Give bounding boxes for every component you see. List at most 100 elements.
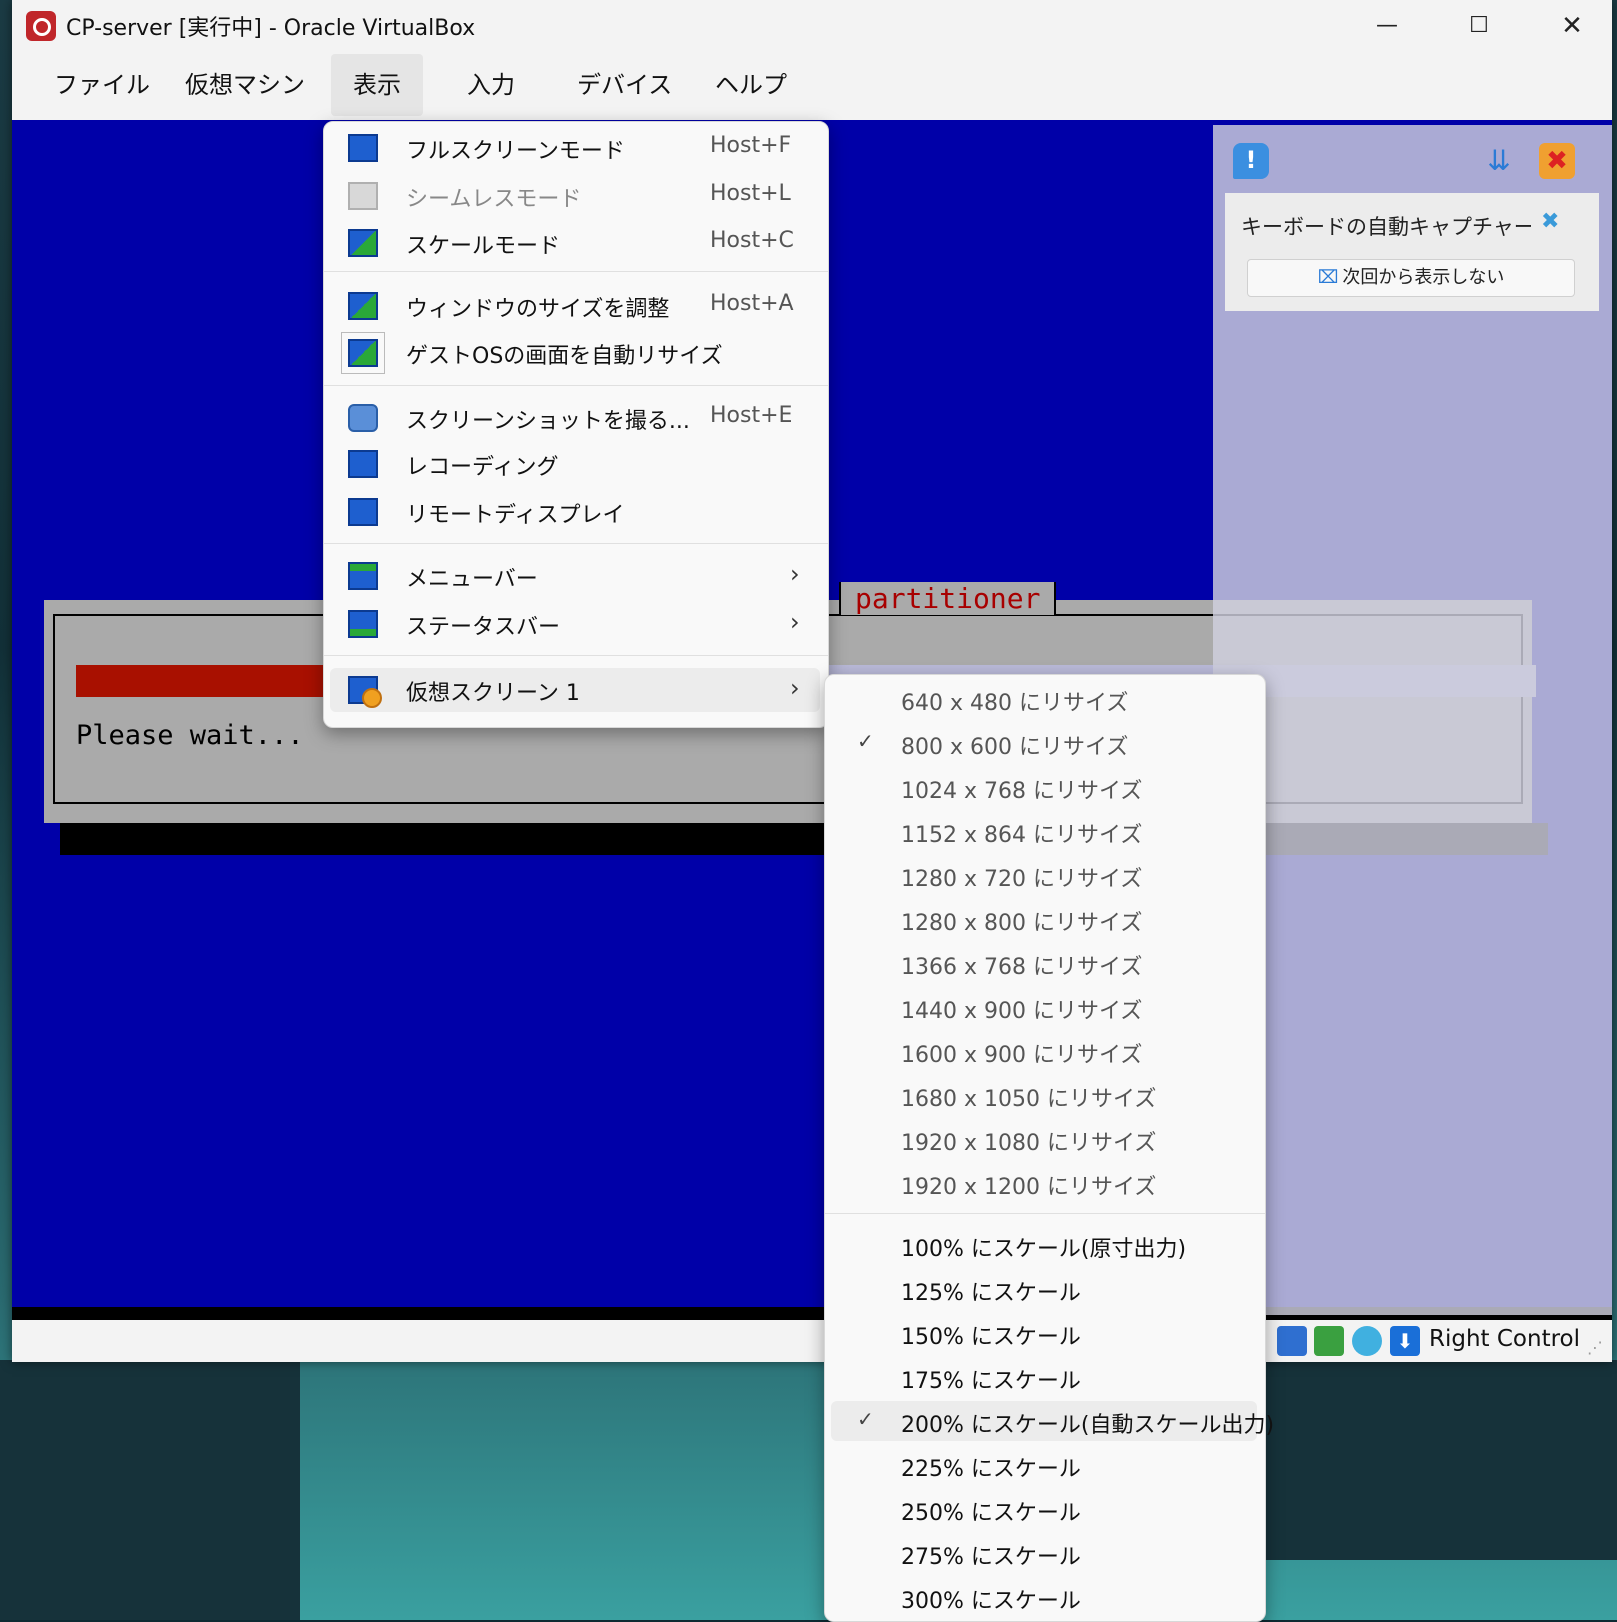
- submenu-item-label: 100% にスケール(原寸出力): [901, 1237, 1187, 1262]
- scale-275[interactable]: 275% にスケール: [831, 1533, 1257, 1573]
- resize-1024x768[interactable]: 1024 x 768 にリサイズ: [831, 767, 1257, 807]
- menu-help[interactable]: ヘルプ: [693, 54, 809, 116]
- scale-300[interactable]: 300% にスケール: [831, 1577, 1257, 1617]
- menubar-icon: [348, 562, 378, 590]
- dismiss-all-icon[interactable]: ✖: [1539, 143, 1575, 179]
- submenu-item-label: 1920 x 1080 にリサイズ: [901, 1131, 1157, 1156]
- close-button[interactable]: ✕: [1532, 4, 1612, 48]
- do-not-show-again-button[interactable]: ⌧ 次回から表示しない: [1247, 259, 1575, 297]
- menu-file[interactable]: ファイル: [32, 54, 172, 116]
- menu-view[interactable]: 表示: [331, 54, 423, 116]
- maximize-button[interactable]: ☐: [1439, 4, 1519, 48]
- window-title: CP-server [実行中] - Oracle VirtualBox: [66, 16, 476, 41]
- resize-grip-icon[interactable]: ⋰: [1587, 1338, 1603, 1357]
- menu-machine[interactable]: 仮想マシン: [163, 54, 327, 116]
- scale-200[interactable]: ✓ 200% にスケール(自動スケール出力): [831, 1401, 1274, 1441]
- menu-item-label: スクリーンショットを撮る...: [406, 409, 690, 434]
- menu-item-auto-resize[interactable]: ゲストOSの画面を自動リサイズ: [330, 331, 820, 375]
- menu-item-shortcut: Host+C: [710, 228, 794, 253]
- submenu-item-label: 150% にスケール: [901, 1325, 1081, 1350]
- submenu-item-label: 200% にスケール(自動スケール出力): [901, 1413, 1275, 1438]
- minimize-button[interactable]: —: [1347, 4, 1427, 48]
- submenu-item-label: 1600 x 900 にリサイズ: [901, 1043, 1143, 1068]
- resize-1920x1080[interactable]: 1920 x 1080 にリサイズ: [831, 1119, 1257, 1159]
- menu-item-remote-display[interactable]: リモートディスプレイ: [330, 490, 820, 534]
- menu-devices[interactable]: デバイス: [555, 54, 694, 116]
- submenu-item-label: 125% にスケール: [901, 1281, 1081, 1306]
- menu-item-label: シームレスモード: [406, 187, 582, 212]
- notification-card: キーボードの自動キャプチャー... ✖ ⌧ 次回から表示しない: [1225, 193, 1599, 311]
- menu-item-screenshot[interactable]: スクリーンショットを撮る... Host+E: [330, 396, 820, 440]
- menu-item-seamless: シームレスモード Host+L: [330, 174, 820, 218]
- resize-800x600[interactable]: ✓ 800 x 600 にリサイズ: [831, 723, 1257, 763]
- resize-1440x900[interactable]: 1440 x 900 にリサイズ: [831, 987, 1257, 1027]
- virtualbox-app-icon: [26, 11, 56, 41]
- fullscreen-icon: [348, 134, 378, 162]
- submenu-arrow-icon: ›: [790, 674, 800, 702]
- sort-icon[interactable]: ⇊: [1481, 143, 1517, 179]
- scale-250[interactable]: 250% にスケール: [831, 1489, 1257, 1529]
- dialog-title: partitioner: [839, 582, 1057, 615]
- menu-item-shortcut: Host+F: [710, 133, 792, 158]
- menu-item-label: リモートディスプレイ: [406, 503, 625, 528]
- submenu-item-label: 275% にスケール: [901, 1545, 1081, 1570]
- resize-1920x1200[interactable]: 1920 x 1200 にリサイズ: [831, 1163, 1257, 1203]
- seamless-icon: [348, 182, 378, 210]
- submenu-item-label: 300% にスケール: [901, 1589, 1081, 1614]
- submenu-item-label: 1920 x 1200 にリサイズ: [901, 1175, 1157, 1200]
- scale-icon: [348, 229, 378, 257]
- menu-item-virtual-screen-1[interactable]: 仮想スクリーン 1 ›: [330, 668, 820, 712]
- menu-item-label: ステータスバー: [406, 615, 561, 640]
- display-status-icon[interactable]: [1277, 1326, 1307, 1356]
- auto-resize-icon: [341, 332, 385, 374]
- menu-item-adjust-window[interactable]: ウィンドウのサイズを調整 Host+A: [330, 284, 820, 328]
- resize-1152x864[interactable]: 1152 x 864 にリサイズ: [831, 811, 1257, 851]
- menu-item-label: スケールモード: [406, 234, 561, 259]
- resize-1280x800[interactable]: 1280 x 800 にリサイズ: [831, 899, 1257, 939]
- menu-item-fullscreen[interactable]: フルスクリーンモード Host+F: [330, 126, 820, 170]
- menu-bar: ファイル 仮想マシン 表示 入力 デバイス ヘルプ: [12, 54, 1612, 118]
- resize-640x480[interactable]: 640 x 480 にリサイズ: [831, 679, 1257, 719]
- please-wait-text: Please wait...: [76, 720, 304, 751]
- mute-icon: ⌧: [1317, 267, 1339, 288]
- scale-100[interactable]: 100% にスケール(原寸出力): [831, 1225, 1257, 1265]
- scale-225[interactable]: 225% にスケール: [831, 1445, 1257, 1485]
- recording-icon: [348, 450, 378, 478]
- title-bar[interactable]: CP-server [実行中] - Oracle VirtualBox — ☐ …: [12, 0, 1612, 52]
- menu-item-recording[interactable]: レコーディング: [330, 442, 820, 486]
- view-menu-dropdown: フルスクリーンモード Host+F シームレスモード Host+L スケールモー…: [323, 121, 829, 728]
- notification-message: キーボードの自動キャプチャー...: [1241, 215, 1531, 239]
- notification-close-icon[interactable]: ✖: [1541, 209, 1559, 234]
- menu-item-statusbar[interactable]: ステータスバー ›: [330, 602, 820, 646]
- submenu-item-label: 1440 x 900 にリサイズ: [901, 999, 1143, 1024]
- resize-1280x720[interactable]: 1280 x 720 にリサイズ: [831, 855, 1257, 895]
- submenu-arrow-icon: ›: [790, 560, 800, 588]
- menu-item-shortcut: Host+A: [710, 291, 794, 316]
- menu-item-shortcut: Host+L: [710, 181, 791, 206]
- menu-input[interactable]: 入力: [445, 54, 537, 116]
- resize-1680x1050[interactable]: 1680 x 1050 にリサイズ: [831, 1075, 1257, 1115]
- scale-125[interactable]: 125% にスケール: [831, 1269, 1257, 1309]
- recording-status-icon[interactable]: [1314, 1326, 1344, 1356]
- submenu-item-label: 1680 x 1050 にリサイズ: [901, 1087, 1157, 1112]
- menu-separator: [324, 543, 828, 544]
- submenu-item-label: 800 x 600 にリサイズ: [901, 735, 1129, 760]
- keyboard-capture-icon[interactable]: ⬇: [1390, 1326, 1420, 1356]
- resize-1366x768[interactable]: 1366 x 768 にリサイズ: [831, 943, 1257, 983]
- scale-150[interactable]: 150% にスケール: [831, 1313, 1257, 1353]
- wallpaper-castle: [0, 1360, 300, 1620]
- scale-175[interactable]: 175% にスケール: [831, 1357, 1257, 1397]
- adjust-window-icon: [348, 292, 378, 320]
- virtual-screen-submenu: 640 x 480 にリサイズ ✓ 800 x 600 にリサイズ 1024 x …: [824, 674, 1274, 1622]
- submenu-arrow-icon: ›: [790, 608, 800, 636]
- menu-separator: [324, 271, 828, 272]
- menu-item-label: ゲストOSの画面を自動リサイズ: [406, 344, 723, 369]
- submenu-item-label: 175% にスケール: [901, 1369, 1081, 1394]
- menu-item-menubar[interactable]: メニューバー ›: [330, 554, 820, 598]
- submenu-item-label: 250% にスケール: [901, 1501, 1081, 1526]
- virtual-screen-icon: [348, 676, 382, 708]
- network-status-icon[interactable]: [1352, 1326, 1382, 1356]
- host-key-label: Right Control: [1429, 1326, 1581, 1352]
- resize-1600x900[interactable]: 1600 x 900 にリサイズ: [831, 1031, 1257, 1071]
- menu-item-scale[interactable]: スケールモード Host+C: [330, 221, 820, 265]
